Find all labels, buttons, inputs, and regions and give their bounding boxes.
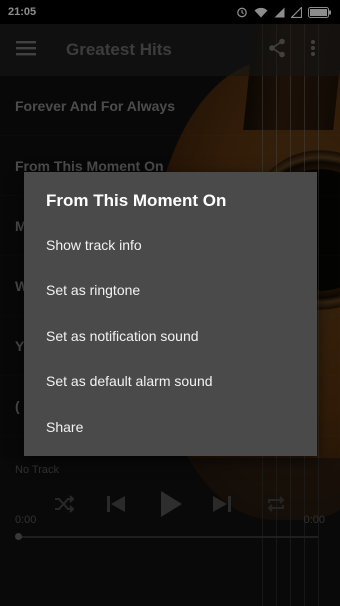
show-track-info-option[interactable]: Show track info [24, 222, 317, 268]
set-alarm-sound-option[interactable]: Set as default alarm sound [24, 359, 317, 405]
set-notification-sound-option[interactable]: Set as notification sound [24, 313, 317, 359]
track-options-dialog: From This Moment On Show track info Set … [24, 172, 317, 456]
share-option[interactable]: Share [24, 404, 317, 450]
dialog-options: Show track info Set as ringtone Set as n… [24, 222, 317, 450]
set-ringtone-option[interactable]: Set as ringtone [24, 268, 317, 314]
dialog-title: From This Moment On [46, 191, 227, 210]
